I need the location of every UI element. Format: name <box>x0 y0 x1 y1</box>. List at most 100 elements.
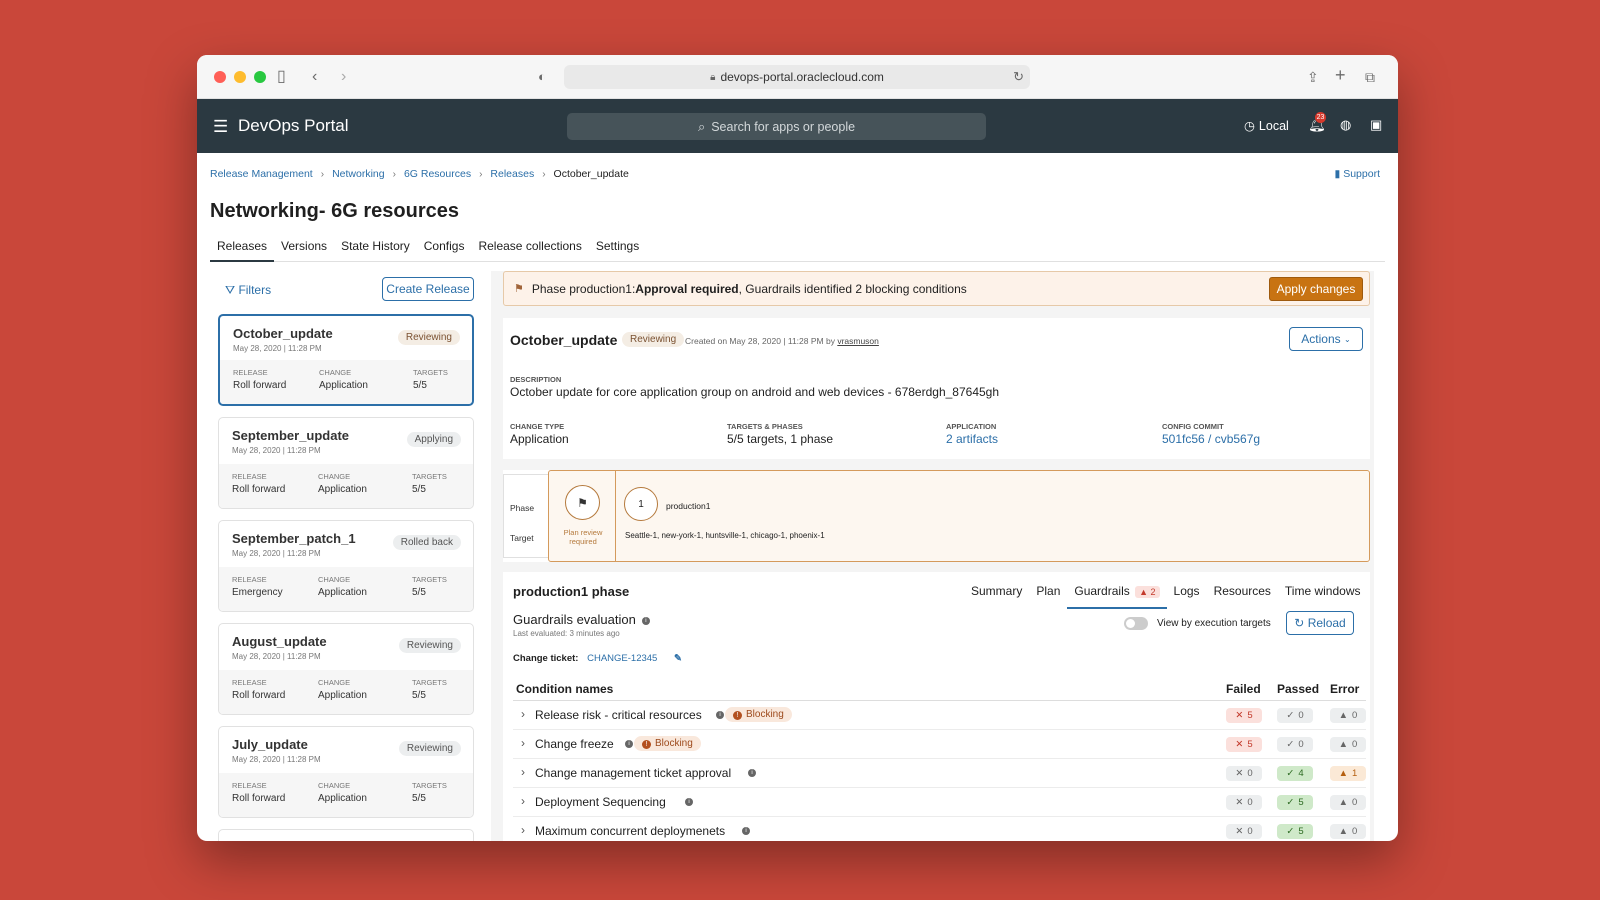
check-icon: ✓ <box>1286 826 1295 837</box>
release-card[interactable]: August_update May 28, 2020 | 11:28 PM Re… <box>218 623 474 715</box>
breadcrumb-release-management[interactable]: Release Management <box>210 168 313 180</box>
info-icon[interactable]: i <box>685 798 693 806</box>
release-type-label: RELEASE <box>232 678 267 687</box>
tab-release-collections[interactable]: Release collections <box>471 239 588 262</box>
address-bar[interactable]: 🔒︎ devops-portal.oraclecloud.com ↻ <box>564 65 1030 89</box>
tab-versions[interactable]: Versions <box>274 239 334 262</box>
tab-settings[interactable]: Settings <box>589 239 646 262</box>
toggle-label: View by execution targets <box>1157 618 1271 629</box>
tab-guardrails-label: Guardrails <box>1074 584 1130 598</box>
page-title: Networking- 6G resources <box>210 200 459 222</box>
tab-guardrails[interactable]: Guardrails ▲ 2 <box>1067 584 1167 609</box>
page-reload-icon[interactable]: ↻ <box>1013 69 1024 85</box>
edit-icon[interactable]: ✎ <box>674 653 682 664</box>
header-condition-names: Condition names <box>516 682 614 696</box>
info-icon[interactable]: i <box>742 827 750 835</box>
tab-configs[interactable]: Configs <box>417 239 472 262</box>
application-link[interactable]: 2 artifacts <box>946 432 998 446</box>
phase-card[interactable]: ⚑ Plan review required 1 production1 Sea… <box>548 470 1370 562</box>
table-row[interactable]: › Change freeze i ! Blocking ✕ 5 ✓ 0 ▲ 0 <box>513 730 1366 759</box>
maximize-window-button[interactable] <box>254 71 266 83</box>
change-label: CHANGE <box>318 472 351 481</box>
release-card[interactable]: July_update May 28, 2020 | 11:28 PM Revi… <box>218 726 474 818</box>
change-type: Application <box>318 587 367 598</box>
tab-state-history[interactable]: State History <box>334 239 417 262</box>
error-count: ▲ 0 <box>1330 795 1366 810</box>
table-row[interactable]: › Release risk - critical resources i ! B… <box>513 701 1366 730</box>
created-by-link[interactable]: vrasmuson <box>837 336 879 346</box>
info-icon[interactable]: i <box>641 616 650 625</box>
create-release-button[interactable]: Create Release <box>382 277 474 301</box>
chevron-right-icon[interactable]: › <box>521 707 525 721</box>
actions-button[interactable]: Actions ⌄ <box>1289 327 1363 351</box>
config-commit-label: CONFIG COMMIT <box>1162 422 1224 431</box>
minimize-window-button[interactable] <box>234 71 246 83</box>
header-failed: Failed <box>1226 682 1261 696</box>
error-value: 0 <box>1352 797 1358 808</box>
apply-changes-button[interactable]: Apply changes <box>1269 277 1363 301</box>
browser-window: ▯ ‹ › ◐ 🔒︎ devops-portal.oraclecloud.com… <box>197 55 1398 841</box>
share-icon[interactable]: ⇪ <box>1307 67 1319 87</box>
new-tab-icon[interactable]: + <box>1335 65 1346 85</box>
reload-button[interactable]: ↻ Reload <box>1286 611 1354 635</box>
info-icon[interactable]: i <box>625 740 633 748</box>
chevron-right-icon[interactable]: › <box>521 794 525 808</box>
region-selector[interactable]: ◷ Local <box>1244 118 1289 134</box>
tab-time-windows[interactable]: Time windows <box>1278 584 1368 609</box>
support-label: Support <box>1343 168 1380 180</box>
menu-icon[interactable]: ☰ <box>213 117 228 137</box>
release-card[interactable] <box>218 829 474 841</box>
table-row[interactable]: › Change management ticket approval i ✕ 0… <box>513 759 1366 788</box>
breadcrumb-networking[interactable]: Networking <box>332 168 385 180</box>
failed-count: ✕ 5 <box>1226 737 1262 752</box>
warning-icon: ▲ <box>1338 768 1349 779</box>
release-card[interactable]: September_update May 28, 2020 | 11:28 PM… <box>218 417 474 509</box>
ticket-link[interactable]: CHANGE-12345 <box>587 653 657 664</box>
close-window-button[interactable] <box>214 71 226 83</box>
tab-plan[interactable]: Plan <box>1029 584 1067 609</box>
chevron-right-icon[interactable]: › <box>521 823 525 837</box>
execution-targets-toggle[interactable] <box>1124 617 1148 630</box>
tab-resources[interactable]: Resources <box>1207 584 1278 609</box>
evaluation-title-text: Guardrails evaluation <box>513 612 636 627</box>
release-type-label: RELEASE <box>232 781 267 790</box>
tab-logs[interactable]: Logs <box>1167 584 1207 609</box>
plan-review-step[interactable]: ⚑ Plan review required <box>549 471 616 561</box>
sidebar-toggle-icon[interactable]: ▯ <box>277 67 286 87</box>
blocking-label: Blocking <box>655 738 693 749</box>
back-icon[interactable]: ‹ <box>312 67 317 87</box>
application-label: APPLICATION <box>946 422 997 431</box>
chevron-right-icon[interactable]: › <box>521 765 525 779</box>
chevron-right-icon[interactable]: › <box>521 736 525 750</box>
tab-overview-icon[interactable]: ⧉ <box>1365 67 1375 87</box>
release-card[interactable]: October_update May 28, 2020 | 11:28 PM R… <box>218 314 474 406</box>
alert-icon: ! <box>642 740 651 749</box>
globe-icon[interactable]: ◍ <box>1340 117 1351 133</box>
privacy-shield-icon[interactable]: ◐ <box>538 67 546 87</box>
tab-summary[interactable]: Summary <box>964 584 1029 609</box>
filters-button[interactable]: ⛛ Filters <box>225 283 271 298</box>
blocking-badge: ! Blocking <box>725 707 792 722</box>
forward-icon[interactable]: › <box>341 67 346 87</box>
target-label: Target <box>510 533 534 543</box>
release-name: September_patch_1 <box>232 531 356 546</box>
info-icon[interactable]: i <box>748 769 756 777</box>
phase-diagram: Phase Target ⚑ Plan review required 1 pr… <box>503 470 1370 562</box>
phase-details: production1 phase Summary Plan Guardrail… <box>503 572 1370 841</box>
table-row[interactable]: › Maximum concurrent deploymenets i ✕ 0 ✓… <box>513 817 1366 841</box>
tab-releases[interactable]: Releases <box>210 239 275 262</box>
panel-icon[interactable]: ▣ <box>1370 117 1382 133</box>
failed-value: 0 <box>1247 826 1253 837</box>
config-commit-link[interactable]: 501fc56 / cvb567g <box>1162 432 1260 446</box>
blocking-label: Blocking <box>746 709 784 720</box>
release-card[interactable]: September_patch_1 May 28, 2020 | 11:28 P… <box>218 520 474 612</box>
breadcrumb-6g-resources[interactable]: 6G Resources <box>404 168 471 180</box>
table-row[interactable]: › Deployment Sequencing i ✕ 0 ✓ 5 ▲ 0 <box>513 788 1366 817</box>
notifications-button[interactable]: 🔔︎ 23 <box>1308 112 1326 133</box>
release-name: September_update <box>232 428 350 443</box>
support-link[interactable]: ▮ Support <box>1335 168 1380 180</box>
breadcrumb-releases[interactable]: Releases <box>490 168 534 180</box>
info-icon[interactable]: i <box>716 711 724 719</box>
global-search-input[interactable]: ⌕ Search for apps or people <box>567 113 986 140</box>
passed-count: ✓ 5 <box>1277 824 1313 839</box>
